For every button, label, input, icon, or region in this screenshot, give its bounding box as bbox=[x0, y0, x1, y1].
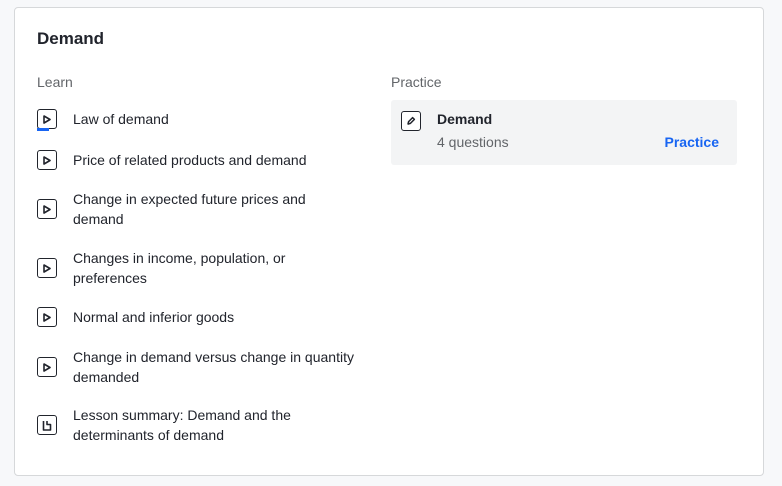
lesson-label: Changes in income, population, or prefer… bbox=[73, 250, 286, 286]
lesson-item-normal-inferior-goods[interactable]: Normal and inferior goods bbox=[37, 307, 357, 327]
lesson-progress-bar bbox=[37, 128, 49, 131]
lesson-label: Change in demand versus change in quanti… bbox=[73, 349, 354, 385]
lesson-item-income-population-preferences[interactable]: Changes in income, population, or prefer… bbox=[37, 248, 357, 288]
lesson-item-price-of-related-products[interactable]: Price of related products and demand bbox=[37, 150, 357, 170]
lesson-label: Law of demand bbox=[73, 111, 169, 127]
lesson-item-expected-future-prices[interactable]: Change in expected future prices and dem… bbox=[37, 189, 357, 229]
pencil-icon bbox=[401, 111, 421, 131]
lesson-item-demand-vs-quantity-demanded[interactable]: Change in demand versus change in quanti… bbox=[37, 347, 357, 387]
lesson-label: Price of related products and demand bbox=[73, 152, 307, 168]
practice-card[interactable]: Demand 4 questions Practice bbox=[391, 100, 737, 165]
lesson-label: Normal and inferior goods bbox=[73, 309, 235, 325]
practice-heading: Practice bbox=[391, 74, 442, 90]
practice-question-count: 4 questions bbox=[437, 134, 509, 150]
video-play-icon bbox=[37, 357, 57, 377]
lesson-item-lesson-summary[interactable]: Lesson summary: Demand and the determina… bbox=[37, 405, 357, 445]
lesson-label: Change in expected future prices and dem… bbox=[73, 191, 306, 227]
article-icon bbox=[37, 415, 57, 435]
unit-title: Demand bbox=[37, 29, 105, 48]
practice-button[interactable]: Practice bbox=[665, 134, 719, 150]
lesson-item-law-of-demand[interactable]: Law of demand bbox=[37, 109, 357, 131]
learn-heading: Learn bbox=[37, 74, 73, 90]
practice-title: Demand bbox=[437, 111, 493, 127]
video-play-icon bbox=[37, 199, 57, 219]
video-play-icon bbox=[37, 150, 57, 170]
unit-card: Demand Learn Practice Law of demand Pric… bbox=[14, 7, 764, 476]
video-play-icon bbox=[37, 258, 57, 278]
lesson-label: Lesson summary: Demand and the determina… bbox=[73, 407, 291, 443]
video-play-icon bbox=[37, 307, 57, 327]
video-play-icon bbox=[37, 109, 57, 131]
